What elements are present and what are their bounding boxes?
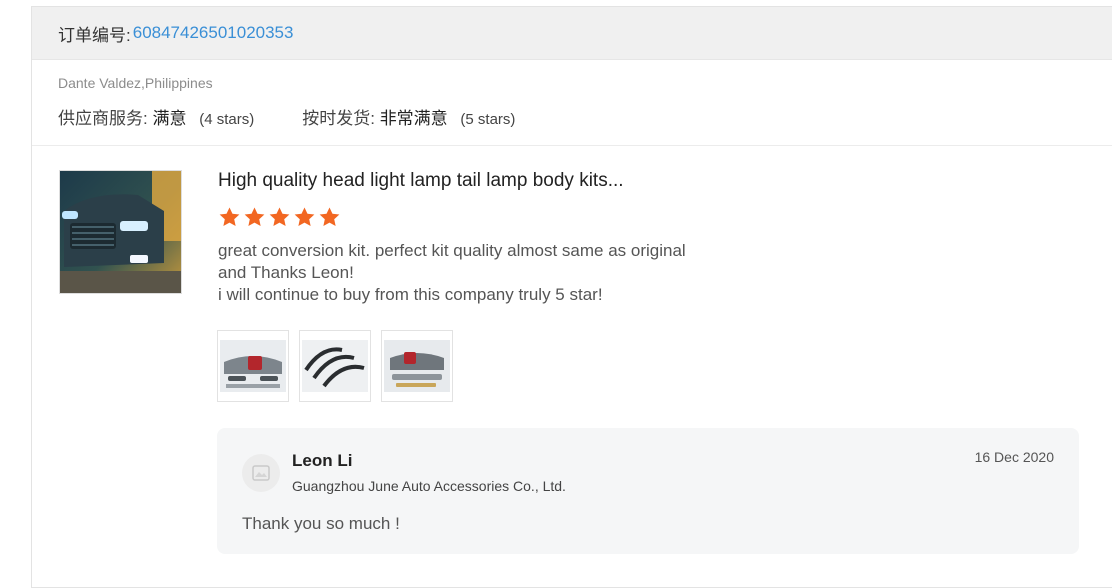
order-header: 订单编号: 60847426501020353: [32, 7, 1112, 60]
supplier-ratings: 供应商服务: 满意 (4 stars) 按时发货: 非常满意 (5 stars): [58, 104, 1096, 129]
rating-on-time-shipping: 按时发货: 非常满意 (5 stars): [302, 104, 515, 129]
review-line: great conversion kit. perfect kit qualit…: [218, 241, 686, 260]
review-image-thumbnail[interactable]: [299, 330, 371, 402]
order-label: 订单编号:: [58, 25, 131, 45]
reply-company: Guangzhou June Auto Accessories Co., Ltd…: [292, 478, 566, 494]
star-icon: [319, 207, 340, 227]
star-icon: [244, 207, 265, 227]
image-placeholder-icon: [252, 465, 270, 481]
rating-label: 供应商服务:: [58, 109, 148, 128]
review-text: great conversion kit. perfect kit qualit…: [218, 240, 686, 306]
car-photo-icon: [60, 171, 181, 293]
rating-stars-text: (4 stars): [199, 111, 255, 128]
rating-stars-text: (5 stars): [460, 111, 516, 128]
avatar: [242, 454, 280, 492]
rating-value: 非常满意: [379, 109, 448, 128]
rating-supplier-service: 供应商服务: 满意 (4 stars): [58, 104, 254, 129]
rating-label: 按时发货:: [302, 109, 375, 128]
review-image-thumbnail[interactable]: [217, 330, 289, 402]
product-thumbnail[interactable]: [59, 170, 182, 294]
star-icon: [294, 207, 315, 227]
reply-date: 16 Dec 2020: [974, 449, 1054, 465]
product-title[interactable]: High quality head light lamp tail lamp b…: [218, 170, 624, 192]
rating-value: 满意: [152, 109, 187, 128]
reply-text: Thank you so much !: [242, 514, 400, 533]
body-kit-photo-icon: [384, 340, 450, 392]
star-icon: [269, 207, 290, 227]
bumper-kit-photo-icon: [220, 340, 286, 392]
buyer-name-country: Dante Valdez,Philippines: [58, 75, 213, 91]
fender-flares-photo-icon: [302, 340, 368, 392]
review-line: and Thanks Leon!: [218, 263, 354, 282]
review-image-thumbnail[interactable]: [381, 330, 453, 402]
supplier-reply: Leon Li Guangzhou June Auto Accessories …: [217, 428, 1079, 554]
review-star-rating: [218, 206, 341, 229]
reply-author-name: Leon Li: [292, 451, 353, 470]
review-card: 订单编号: 60847426501020353 Dante Valdez,Phi…: [31, 6, 1112, 588]
buyer-info: Dante Valdez,Philippines 供应商服务: 满意 (4 st…: [32, 60, 1112, 146]
review-images: [217, 330, 453, 402]
order-number-link[interactable]: 60847426501020353: [133, 23, 294, 43]
review-line: i will continue to buy from this company…: [218, 285, 603, 304]
star-icon: [219, 207, 240, 227]
